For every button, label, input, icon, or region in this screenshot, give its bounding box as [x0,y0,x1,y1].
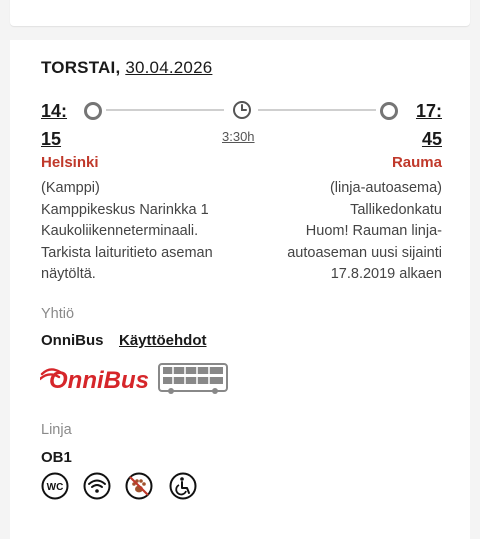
arrival-stop-line: Tallikedonkatu [350,201,442,218]
line-label: Linja [41,422,72,438]
date-value: 30.04.2026 [125,58,213,77]
company-label: Yhtiö [41,306,75,322]
departure-minute: 15 [41,129,62,149]
arrival-dot-icon [380,102,398,120]
company-name: OnniBus [41,332,104,349]
logo-text: OnniBus [49,367,149,394]
departure-time[interactable]: 14: 15 [41,97,67,153]
arrival-stop-line: autoaseman uusi sijainti [287,244,442,261]
departure-hour: 14: [41,101,68,121]
departure-stop-line: Kamppikeskus Narinkka 1 [41,201,209,218]
departure-stop-info: (Kamppi) Kamppikeskus Narinkka 1 Kaukoli… [41,178,241,286]
arrival-hour: 17: [415,101,442,121]
route-line [106,109,224,111]
no-pets-icon [125,472,153,500]
arrival-minute: 45 [421,129,442,149]
trip-date: TORSTAI, 30.04.2026 [41,58,212,78]
previous-card [10,0,470,26]
wc-icon: WC [41,472,69,500]
trip-duration: 3:30h [222,129,255,144]
route-line [258,109,376,111]
arrival-stop-line: Huom! Rauman linja- [305,223,442,239]
arrival-time[interactable]: 17: 45 [416,97,442,153]
departure-stop-line: (Kamppi) [41,180,100,196]
wifi-icon [83,472,111,500]
bus-icon [158,363,228,394]
clock-icon [233,101,251,119]
departure-city: Helsinki [41,154,99,171]
wheelchair-icon [169,472,197,500]
wc-text: WC [47,482,64,493]
trip-card: TORSTAI, 30.04.2026 14: 15 3:30h 17: 45 … [10,40,470,539]
departure-stop-line: Kaukoliikenneterminaali. [41,223,199,239]
arrival-city: Rauma [391,154,442,171]
line-id: OB1 [41,449,72,466]
departure-stop-line: näytöltä. [41,266,96,282]
arrival-stop-line: (linja-autoasema) [329,180,442,196]
onnibus-logo: OnniBus [40,363,228,394]
departure-stop-line: Tarkista laituritieto aseman [41,244,213,261]
weekday: TORSTAI, [41,58,121,77]
arrival-stop-info: (linja-autoasema) Tallikedonkatu Huom! R… [252,178,442,286]
departure-dot-icon [84,102,102,120]
terms-link[interactable]: Käyttöehdot [119,332,207,349]
arrival-stop-line: 17.8.2019 alkaen [330,266,442,282]
